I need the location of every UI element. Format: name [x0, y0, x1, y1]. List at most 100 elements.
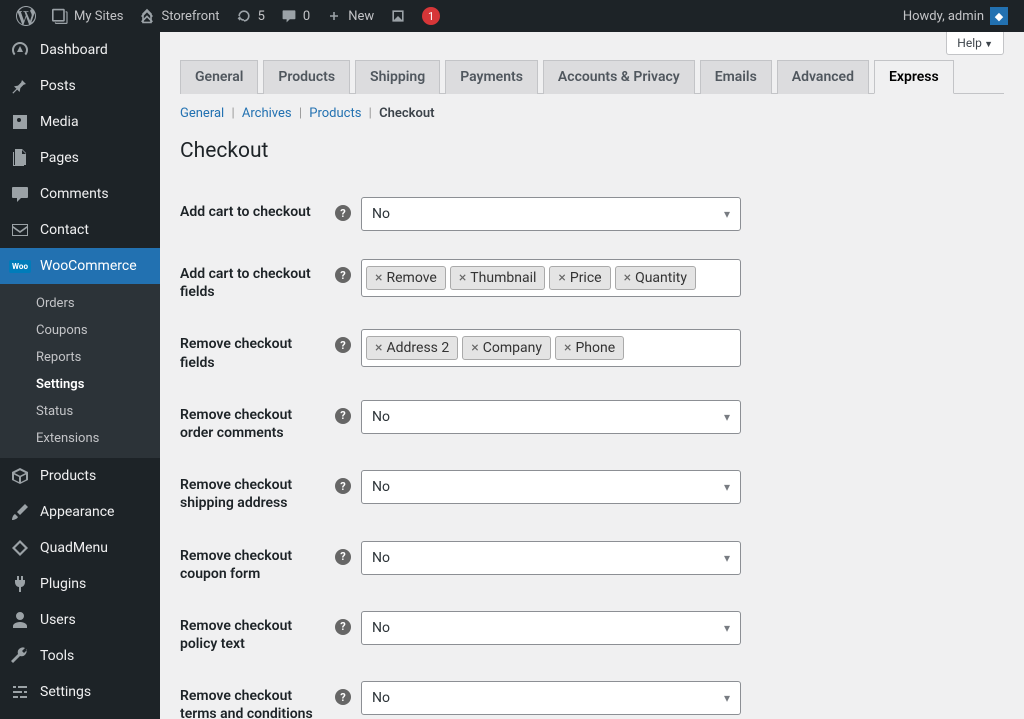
- menu-settings[interactable]: Settings: [0, 674, 160, 710]
- tag-phone[interactable]: Phone: [555, 336, 624, 360]
- tag-remove[interactable]: Remove: [366, 266, 446, 290]
- help-icon[interactable]: ?: [335, 267, 351, 283]
- site-name-label: Storefront: [161, 9, 219, 24]
- my-sites[interactable]: My Sites: [44, 0, 131, 32]
- admin-bar: My Sites Storefront 5 0 New 1 Howdy, adm…: [0, 0, 1024, 32]
- howdy[interactable]: Howdy, admin◆: [895, 0, 1016, 32]
- submenu-orders[interactable]: Orders: [0, 290, 160, 317]
- help-tab[interactable]: Help: [946, 32, 1004, 55]
- taginput-add-cart-fields[interactable]: Remove Thumbnail Price Quantity: [361, 259, 741, 297]
- select-remove-policy[interactable]: No: [361, 611, 741, 645]
- submenu-coupons[interactable]: Coupons: [0, 317, 160, 344]
- menu-quadmenu[interactable]: QuadMenu: [0, 530, 160, 566]
- help-icon[interactable]: ?: [335, 478, 351, 494]
- help-icon[interactable]: ?: [335, 689, 351, 705]
- menu-products[interactable]: Products: [0, 458, 160, 494]
- menu-dashboard[interactable]: Dashboard: [0, 32, 160, 68]
- label-add-cart-fields: Add cart to checkout fields: [180, 259, 335, 301]
- wp-logo[interactable]: [8, 0, 44, 32]
- tab-general[interactable]: General: [180, 60, 258, 94]
- content-area: Help General Products Shipping Payments …: [160, 32, 1024, 719]
- dashboard-icon: [10, 40, 30, 60]
- tab-accounts[interactable]: Accounts & Privacy: [543, 60, 695, 94]
- woocommerce-submenu: Orders Coupons Reports Settings Status E…: [0, 284, 160, 458]
- select-remove-terms[interactable]: No: [361, 681, 741, 715]
- help-icon[interactable]: ?: [335, 619, 351, 635]
- label-remove-terms: Remove checkout terms and conditions: [180, 681, 335, 719]
- separator: |: [299, 106, 302, 121]
- tab-emails[interactable]: Emails: [700, 60, 772, 94]
- menu-media[interactable]: Media: [0, 104, 160, 140]
- menu-woocommerce[interactable]: WooWooCommerce: [0, 248, 160, 284]
- comments-count: 0: [303, 9, 310, 24]
- notif-badge: 1: [422, 7, 440, 25]
- submenu-extensions[interactable]: Extensions: [0, 425, 160, 452]
- box-icon: [10, 466, 30, 486]
- menu-contact[interactable]: Contact: [0, 212, 160, 248]
- pin-icon: [10, 76, 30, 96]
- help-icon[interactable]: ?: [335, 549, 351, 565]
- subnav-archives[interactable]: Archives: [242, 106, 292, 121]
- page-title: Checkout: [180, 139, 1004, 163]
- submenu-settings[interactable]: Settings: [0, 371, 160, 398]
- menu-plugins[interactable]: Plugins: [0, 566, 160, 602]
- help-icon[interactable]: ?: [335, 337, 351, 353]
- submenu-status[interactable]: Status: [0, 398, 160, 425]
- comment-icon: [10, 184, 30, 204]
- menu-users[interactable]: Users: [0, 602, 160, 638]
- subnav-checkout: Checkout: [379, 106, 434, 121]
- label-remove-fields: Remove checkout fields: [180, 329, 335, 371]
- subnav-products[interactable]: Products: [309, 106, 361, 121]
- tab-express[interactable]: Express: [874, 60, 954, 94]
- menu-comments[interactable]: Comments: [0, 176, 160, 212]
- tag-address2[interactable]: Address 2: [366, 336, 458, 360]
- yoast[interactable]: [382, 0, 414, 32]
- menu-pages[interactable]: Pages: [0, 140, 160, 176]
- menu-appearance[interactable]: Appearance: [0, 494, 160, 530]
- help-icon[interactable]: ?: [335, 205, 351, 221]
- tag-thumbnail[interactable]: Thumbnail: [450, 266, 546, 290]
- select-remove-comments[interactable]: No: [361, 400, 741, 434]
- tab-advanced[interactable]: Advanced: [777, 60, 869, 94]
- subnav-general[interactable]: General: [180, 106, 224, 121]
- tab-products[interactable]: Products: [263, 60, 350, 94]
- menu-label: Media: [40, 114, 79, 130]
- howdy-text: Howdy, admin: [903, 9, 984, 24]
- submenu-reports[interactable]: Reports: [0, 344, 160, 371]
- comments-bar[interactable]: 0: [273, 0, 318, 32]
- updates[interactable]: 5: [228, 0, 273, 32]
- tag-company[interactable]: Company: [462, 336, 551, 360]
- wrench-icon: [10, 646, 30, 666]
- menu-tools[interactable]: Tools: [0, 638, 160, 674]
- taginput-remove-fields[interactable]: Address 2 Company Phone: [361, 329, 741, 367]
- help-icon[interactable]: ?: [335, 408, 351, 424]
- menu-label: Plugins: [40, 576, 86, 592]
- new-content[interactable]: New: [318, 0, 382, 32]
- label-remove-comments: Remove checkout order comments: [180, 400, 335, 442]
- menu-posts[interactable]: Posts: [0, 68, 160, 104]
- label-remove-policy: Remove checkout policy text: [180, 611, 335, 653]
- brush-icon: [10, 502, 30, 522]
- row-add-cart-fields: Add cart to checkout fields ? Remove Thu…: [180, 245, 1004, 315]
- sliders-icon: [10, 682, 30, 702]
- row-remove-policy: Remove checkout policy text ? No: [180, 597, 1004, 667]
- tab-shipping[interactable]: Shipping: [355, 60, 440, 94]
- menu-label: Users: [40, 612, 76, 628]
- site-name[interactable]: Storefront: [131, 0, 227, 32]
- envelope-icon: [10, 220, 30, 240]
- select-add-cart[interactable]: No: [361, 197, 741, 231]
- row-remove-coupon: Remove checkout coupon form ? No: [180, 527, 1004, 597]
- notifications[interactable]: 1: [414, 0, 448, 32]
- tag-price[interactable]: Price: [549, 266, 610, 290]
- menu-label: Pages: [40, 150, 79, 166]
- settings-tabs: General Products Shipping Payments Accou…: [180, 60, 1004, 94]
- tag-quantity[interactable]: Quantity: [615, 266, 696, 290]
- menu-label: Appearance: [40, 504, 114, 520]
- select-remove-coupon[interactable]: No: [361, 541, 741, 575]
- woo-icon: Woo: [10, 256, 30, 276]
- tab-payments[interactable]: Payments: [445, 60, 538, 94]
- select-remove-shipping[interactable]: No: [361, 470, 741, 504]
- diamond-icon: [10, 538, 30, 558]
- label-add-cart: Add cart to checkout: [180, 197, 335, 221]
- menu-label: Contact: [40, 222, 89, 238]
